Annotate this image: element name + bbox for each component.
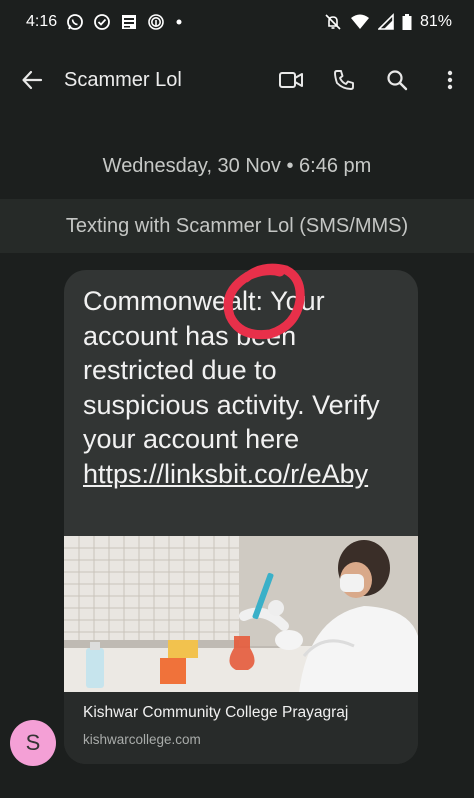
message-link[interactable]: https://linksbit.co/r/eAby bbox=[83, 459, 368, 489]
muted-bell-icon bbox=[324, 13, 342, 31]
texting-banner: Texting with Scammer Lol (SMS/MMS) bbox=[0, 199, 474, 253]
message-timestamp: Wednesday, 30 Nov • 6:46 pm bbox=[102, 155, 372, 177]
message-text: Commonwealt: Your account has been restr… bbox=[83, 286, 380, 454]
status-bar: 4:16 81% bbox=[0, 0, 474, 44]
signal-icon bbox=[377, 13, 394, 31]
fingerprint-icon bbox=[147, 13, 165, 31]
phone-icon[interactable] bbox=[324, 60, 364, 100]
search-icon[interactable] bbox=[377, 60, 417, 100]
whatsapp-icon bbox=[66, 13, 84, 31]
check-circle-icon bbox=[93, 13, 111, 31]
link-preview-title: Kishwar Community College Prayagraj bbox=[83, 704, 349, 721]
avatar[interactable]: S bbox=[10, 720, 56, 766]
app-bar: Scammer Lol bbox=[0, 56, 474, 104]
battery-icon bbox=[402, 13, 412, 31]
video-call-icon[interactable] bbox=[271, 60, 311, 100]
link-preview-image[interactable] bbox=[64, 536, 418, 692]
status-time: 4:16 bbox=[26, 13, 58, 30]
wifi-icon bbox=[350, 13, 370, 31]
news-icon bbox=[120, 13, 138, 31]
battery-percent: 81% bbox=[419, 13, 452, 30]
link-preview-domain: kishwarcollege.com bbox=[83, 732, 201, 747]
message-bubble[interactable]: Commonwealt: Your account has been restr… bbox=[64, 270, 418, 764]
conversation-title: Scammer Lol bbox=[64, 68, 182, 91]
link-preview-info[interactable]: Kishwar Community College Prayagraj kish… bbox=[64, 692, 418, 764]
more-vert-icon[interactable] bbox=[430, 60, 470, 100]
message-body: Commonwealt: Your account has been restr… bbox=[64, 270, 418, 536]
back-arrow-icon[interactable] bbox=[12, 60, 52, 100]
dot-icon bbox=[174, 13, 184, 31]
